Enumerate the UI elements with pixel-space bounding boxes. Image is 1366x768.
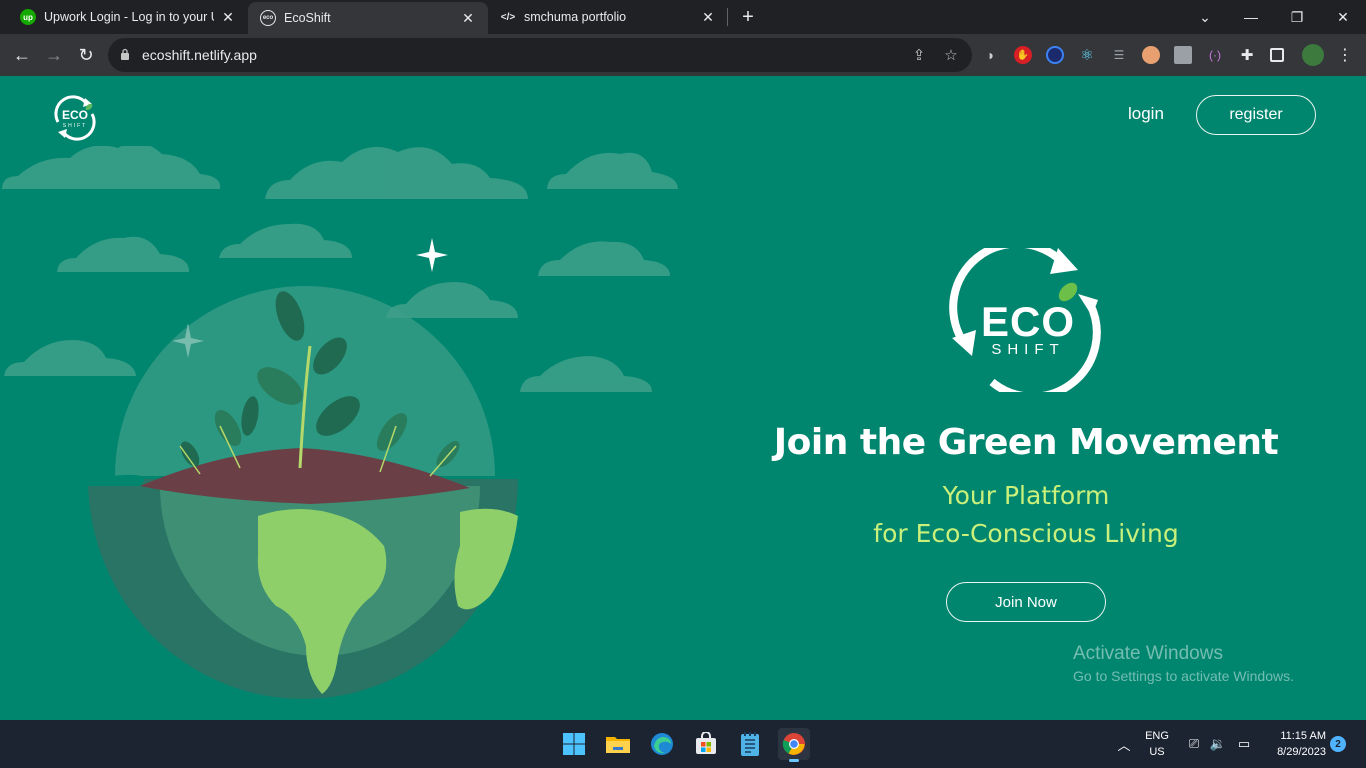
tab-title: smchuma portfolio (524, 10, 627, 24)
back-icon[interactable]: ← (8, 41, 36, 69)
activate-windows-title: Activate Windows (1073, 643, 1223, 664)
new-tab-icon[interactable]: + (736, 5, 760, 29)
wave-extension-icon[interactable]: (·) (1206, 46, 1224, 64)
region-indicator[interactable]: US (1140, 746, 1174, 758)
address-bar[interactable]: ecoshift.netlify.app ⇪ ☆ (108, 38, 972, 72)
tab-separator (727, 8, 728, 26)
hero-subtitle-line1: Your Platform (942, 481, 1110, 510)
hero-subtitle-line2: for Eco-Conscious Living (873, 519, 1179, 548)
close-window-icon[interactable]: ✕ (1320, 0, 1366, 34)
file-explorer-icon[interactable] (602, 728, 634, 760)
tab-title: Upwork Login - Log in to your Up (44, 10, 214, 24)
hero-title: Join the Green Movement (773, 422, 1279, 463)
globe (88, 286, 518, 699)
close-tab-icon[interactable]: ✕ (460, 10, 476, 26)
network-icon[interactable]: ⎚ (1186, 736, 1202, 752)
clock-time[interactable]: 11:15 AM (1262, 730, 1326, 742)
notification-badge[interactable]: 2 (1330, 736, 1346, 752)
browser-toolbar: ← → ↻ ecoshift.netlify.app ⇪ ☆ ◗ ✋ ⚛ ☰ (… (0, 34, 1366, 76)
avatar-extension-icon[interactable] (1142, 46, 1160, 64)
code-icon: </> (500, 11, 516, 23)
forward-icon[interactable]: → (40, 41, 68, 69)
grey-extension-icon[interactable] (1174, 46, 1192, 64)
ecoshift-hero-logo: ECO SHIFT (949, 248, 1101, 392)
tab-search-icon[interactable]: ⌄ (1182, 0, 1228, 34)
profile-avatar[interactable] (1302, 44, 1324, 66)
notepad-icon[interactable] (734, 728, 766, 760)
bookmark-star-icon[interactable]: ☆ (942, 46, 960, 64)
windows-taskbar: ︿ ENG US ⎚ 🔉 ▭ 11:15 AM 8/29/2023 2 (0, 720, 1366, 768)
adblock-extension-icon[interactable]: ✋ (1014, 46, 1032, 64)
url-text[interactable]: ecoshift.netlify.app (142, 47, 257, 63)
show-hidden-icons-chevron-icon[interactable]: ︿ (1116, 736, 1132, 753)
tab-title: EcoShift (284, 11, 331, 25)
lock-icon (121, 48, 129, 60)
language-indicator[interactable]: ENG (1140, 730, 1174, 742)
earth-illustration (2, 146, 678, 699)
react-devtools-icon[interactable]: ⚛ (1078, 46, 1096, 64)
tab-ecoshift[interactable]: eco EcoShift ✕ (248, 2, 488, 34)
chrome-icon[interactable] (778, 728, 810, 762)
close-tab-icon[interactable]: ✕ (220, 9, 236, 25)
upwork-icon: up (20, 9, 36, 25)
edge-icon[interactable] (646, 728, 678, 760)
nav-logo-text: ECO (62, 108, 88, 122)
nav-logo-subtext: SHIFT (63, 123, 87, 129)
dark-mode-extension-icon[interactable] (1046, 46, 1064, 64)
ecoshift-logo[interactable]: ECO SHIFT (48, 92, 102, 142)
close-tab-icon[interactable]: ✕ (700, 9, 716, 25)
ecoshift-icon: eco (260, 10, 276, 26)
mask-extension-icon[interactable]: ◗ (982, 46, 1000, 64)
page-content: ECO SHIFT login register ECO SHIFT Join … (0, 76, 1366, 720)
restore-icon[interactable]: ❐ (1274, 0, 1320, 34)
side-panel-icon[interactable] (1270, 48, 1284, 62)
join-now-button[interactable]: Join Now (946, 582, 1106, 622)
browser-tab-strip: up Upwork Login - Log in to your Up ✕ ec… (0, 0, 1366, 34)
puzzle-extensions-icon[interactable]: ✚ (1238, 46, 1256, 64)
tab-upwork[interactable]: up Upwork Login - Log in to your Up ✕ (8, 0, 248, 34)
reload-icon[interactable]: ↻ (72, 41, 100, 69)
volume-icon[interactable]: 🔉 (1210, 736, 1226, 752)
login-link[interactable]: login (1128, 104, 1164, 124)
menu-kebab-icon[interactable]: ⋮ (1336, 46, 1354, 64)
microsoft-store-icon[interactable] (690, 728, 722, 760)
share-icon[interactable]: ⇪ (910, 46, 928, 64)
activate-windows-text: Go to Settings to activate Windows. (1073, 668, 1294, 684)
battery-icon[interactable]: ▭ (1236, 736, 1252, 752)
hero-logo-subtext: SHIFT (991, 341, 1064, 358)
ruler-extension-icon[interactable]: ☰ (1110, 46, 1128, 64)
tab-portfolio[interactable]: </> smchuma portfolio ✕ (488, 0, 728, 34)
hero-logo-text: ECO (981, 298, 1075, 345)
windows-start-icon[interactable] (558, 728, 590, 760)
minimize-icon[interactable]: — (1228, 0, 1274, 34)
clock-date[interactable]: 8/29/2023 (1262, 746, 1326, 758)
register-button[interactable]: register (1196, 95, 1316, 135)
